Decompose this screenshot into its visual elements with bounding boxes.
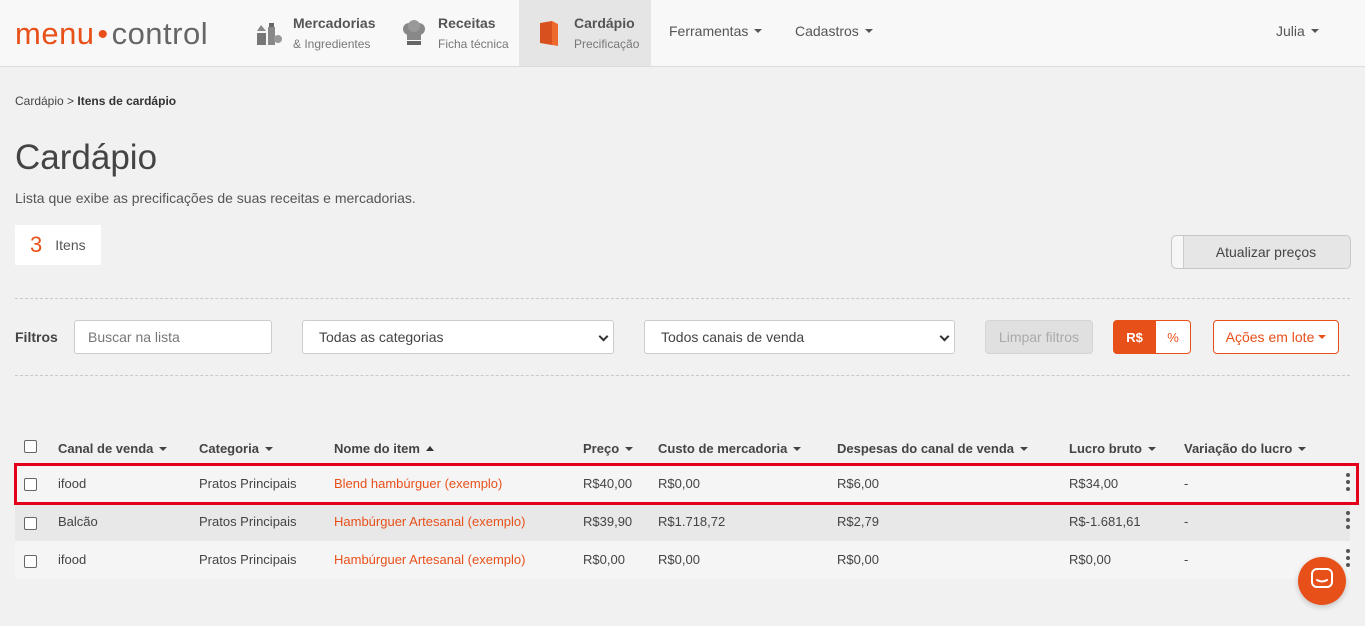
column-header-categoria[interactable]: Categoria: [199, 441, 273, 456]
cell-custo: R$0,00: [658, 552, 700, 567]
item-count-label: Itens: [55, 237, 86, 253]
filters-label: Filtros: [15, 329, 58, 345]
chevron-down-icon: [939, 331, 950, 342]
column-header-custo[interactable]: Custo de mercadoria: [658, 441, 802, 456]
sort-up-icon: [425, 446, 434, 452]
nav-mercadorias[interactable]: Mercadorias & Ingredientes: [255, 0, 385, 66]
nav-cadastros-label: Cadastros: [795, 23, 859, 39]
sort-down-icon: [264, 446, 273, 451]
logo-part-control: control: [111, 16, 209, 51]
breadcrumb-separator: >: [67, 94, 75, 108]
chevron-down-icon: [1310, 29, 1319, 34]
nav-mercadorias-subtitle: & Ingredientes: [293, 36, 371, 51]
nav-cardapio-subtitle: Precificação: [574, 36, 640, 51]
cell-canal: ifood: [58, 552, 87, 567]
page-title: Cardápio: [15, 138, 158, 177]
page-description: Lista que exibe as precificações de suas…: [15, 190, 416, 206]
cell-despesas: R$0,00: [837, 552, 879, 567]
batch-actions-button[interactable]: Ações em lote: [1213, 320, 1339, 354]
table-header: Canal de venda Categoria Nome do item Pr…: [15, 436, 1350, 462]
row-checkbox[interactable]: [24, 555, 37, 568]
top-navbar: menu•control Mercadorias & Ingredientes: [0, 0, 1365, 67]
more-options-icon[interactable]: [1346, 549, 1350, 569]
user-menu[interactable]: Julia: [1276, 0, 1319, 66]
sort-down-icon: [1020, 446, 1029, 451]
sort-down-icon: [793, 446, 802, 451]
chat-support-button[interactable]: [1298, 557, 1346, 605]
sort-down-icon: [625, 446, 634, 451]
column-header-preco[interactable]: Preço: [583, 441, 634, 456]
chef-hat-icon: [400, 19, 428, 47]
cell-variacao: -: [1184, 514, 1189, 529]
chevron-down-icon: [864, 29, 873, 34]
nav-receitas-subtitle: Ficha técnica: [438, 36, 509, 51]
cell-lucro: R$-1.681,61: [1069, 514, 1141, 529]
logo-dot: •: [97, 18, 109, 51]
menu-book-icon: [536, 19, 564, 47]
nav-receitas-title: Receitas: [438, 14, 496, 31]
clear-filters-button[interactable]: Limpar filtros: [985, 320, 1093, 354]
divider: [15, 298, 1350, 299]
breadcrumb-current: Itens de cardápio: [77, 94, 177, 108]
column-header-lucro[interactable]: Lucro bruto: [1069, 441, 1156, 456]
chevron-down-icon: [1318, 335, 1327, 340]
toggle-percent-button[interactable]: %: [1156, 320, 1191, 354]
category-select[interactable]: Todas as categorias: [302, 320, 614, 354]
row-checkbox[interactable]: [24, 517, 37, 530]
item-count-number: 3: [30, 232, 43, 257]
user-name: Julia: [1276, 23, 1305, 39]
category-select-value: Todas as categorias: [319, 329, 444, 345]
cell-lucro: R$0,00: [1069, 552, 1111, 567]
update-prices-toggle-button[interactable]: Atualizar preços: [1171, 235, 1351, 269]
ingredients-icon: [255, 19, 283, 47]
toggle-currency-button[interactable]: R$: [1113, 320, 1156, 354]
divider: [15, 375, 1350, 376]
logo-part-menu: menu: [15, 16, 95, 51]
sort-down-icon: [159, 446, 168, 451]
cell-variacao: -: [1184, 552, 1189, 567]
cell-item-link[interactable]: Hambúrguer Artesanal (exemplo): [334, 514, 525, 529]
breadcrumb-parent[interactable]: Cardápio: [15, 94, 64, 108]
breadcrumb: Cardápio > Itens de cardápio: [15, 94, 176, 108]
chat-bubble-icon: [1310, 567, 1334, 596]
column-header-nome[interactable]: Nome do item: [334, 441, 434, 456]
nav-mercadorias-title: Mercadorias: [293, 14, 376, 31]
currency-percent-toggle: R$ %: [1113, 320, 1191, 354]
column-header-variacao[interactable]: Variação do lucro: [1184, 441, 1307, 456]
nav-ferramentas-dropdown[interactable]: Ferramentas: [669, 0, 763, 66]
cell-preco: R$0,00: [583, 552, 625, 567]
row-highlight-outline: [14, 463, 1359, 505]
cell-item-link[interactable]: Hambúrguer Artesanal (exemplo): [334, 552, 525, 567]
search-input[interactable]: [74, 320, 272, 354]
nav-receitas[interactable]: Receitas Ficha técnica: [400, 0, 518, 66]
update-prices-label: Atualizar preços: [1215, 244, 1317, 260]
select-all-checkbox[interactable]: [24, 440, 37, 453]
cell-canal: Balcão: [58, 514, 98, 529]
sort-down-icon: [1147, 446, 1156, 451]
cell-despesas: R$2,79: [837, 514, 879, 529]
item-count-badge: 3 Itens: [15, 225, 101, 265]
cell-custo: R$1.718,72: [658, 514, 726, 529]
column-header-despesas[interactable]: Despesas do canal de venda: [837, 441, 1029, 456]
chevron-down-icon: [754, 29, 763, 34]
nav-ferramentas-label: Ferramentas: [669, 23, 749, 39]
cell-categoria: Pratos Principais: [199, 552, 297, 567]
nav-cardapio[interactable]: Cardápio Precificação: [519, 0, 651, 66]
cell-preco: R$39,90: [583, 514, 633, 529]
table-row[interactable]: Balcão Pratos Principais Hambúrguer Arte…: [15, 503, 1350, 541]
nav-cadastros-dropdown[interactable]: Cadastros: [795, 0, 873, 66]
sales-channel-select[interactable]: Todos canais de venda: [644, 320, 955, 354]
chevron-down-icon: [598, 331, 609, 342]
column-header-canal[interactable]: Canal de venda: [58, 441, 168, 456]
sort-down-icon: [1298, 446, 1307, 451]
brand-logo[interactable]: menu •control: [15, 14, 208, 55]
cell-categoria: Pratos Principais: [199, 514, 297, 529]
batch-actions-label: Ações em lote: [1225, 329, 1315, 345]
table-row[interactable]: ifood Pratos Principais Hambúrguer Artes…: [15, 541, 1350, 579]
toggle-handle: [1172, 236, 1184, 268]
sales-channel-select-value: Todos canais de venda: [661, 329, 805, 345]
more-options-icon[interactable]: [1346, 511, 1350, 531]
nav-cardapio-title: Cardápio: [574, 14, 635, 31]
